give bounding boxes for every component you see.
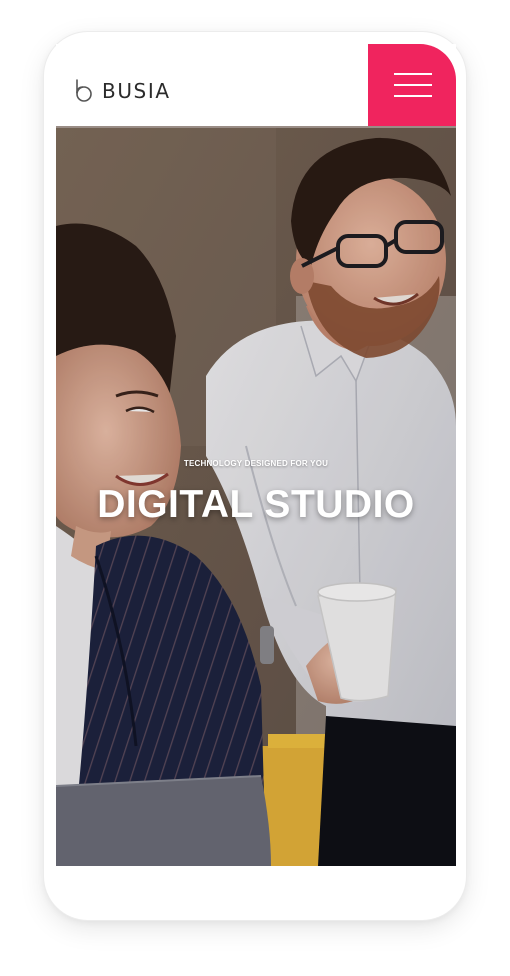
menu-button[interactable] [368, 44, 456, 126]
hero-divider [56, 126, 456, 128]
logo-icon [76, 79, 92, 102]
hero-title: DIGITAL STUDIO [97, 483, 415, 526]
hero-banner: TECHNOLOGY DESIGNED FOR YOU DIGITAL STUD… [56, 126, 456, 866]
hero-tagline: TECHNOLOGY DESIGNED FOR YOU [183, 459, 329, 468]
hamburger-menu-icon [394, 73, 432, 75]
phone-screen: BUSIA TECHNOLOGY DESIGNED FOR YOU DIGITA… [56, 44, 456, 866]
site-header: BUSIA [56, 44, 456, 126]
hamburger-menu-icon-bar [394, 84, 432, 86]
site-logo[interactable]: BUSIA [72, 78, 171, 104]
logo-text: BUSIA [102, 79, 171, 103]
hamburger-menu-icon-bar [394, 95, 432, 97]
